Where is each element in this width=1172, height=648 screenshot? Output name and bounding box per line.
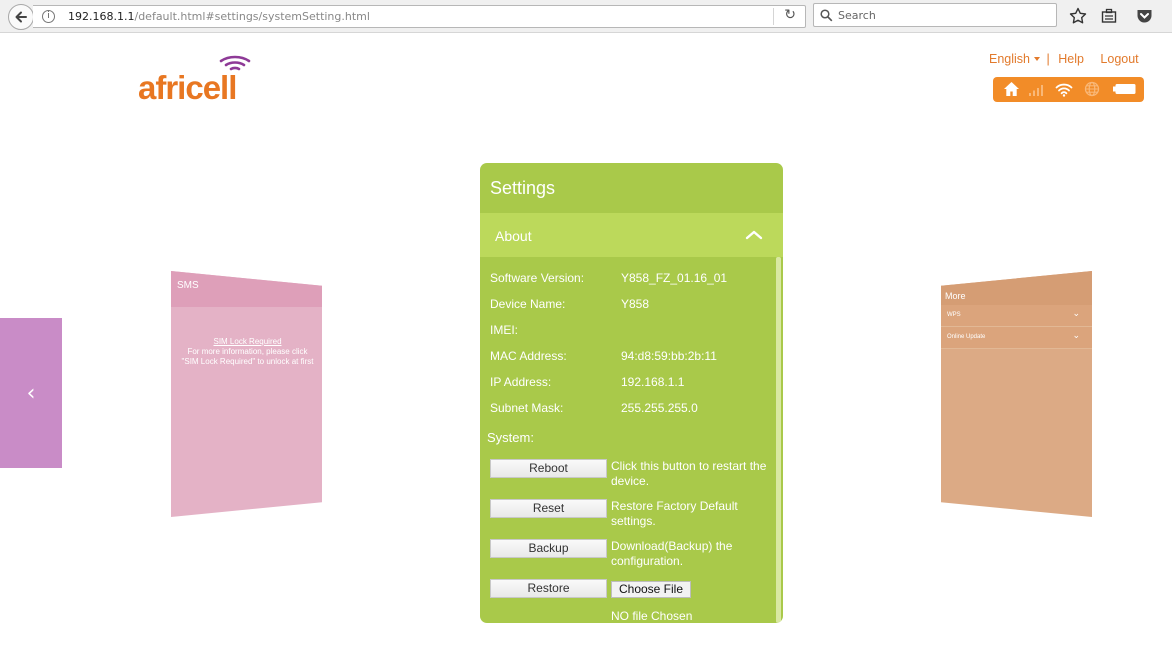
help-link[interactable]: Help: [1058, 52, 1084, 66]
more-card[interactable]: More WPS ⌄ Online Update ⌄: [941, 271, 1092, 517]
sms-card[interactable]: SMS SIM Lock Required For more informati…: [171, 271, 322, 517]
language-select[interactable]: English: [989, 52, 1042, 66]
more-item-wps[interactable]: WPS ⌄: [941, 305, 1092, 327]
chevron-down-icon: ⌄: [1072, 331, 1080, 341]
reboot-button[interactable]: Reboot: [490, 459, 607, 478]
info-label: Device Name:: [490, 297, 566, 311]
status-bar: [993, 77, 1144, 102]
info-label: IP Address:: [490, 375, 552, 389]
scrollbar[interactable]: [776, 257, 781, 623]
globe-icon: [1082, 79, 1102, 99]
info-value: 94:d8:59:bb:2b:11: [621, 349, 717, 363]
reset-description: Restore Factory Default settings.: [611, 499, 738, 528]
caret-down-icon: [1034, 56, 1040, 61]
search-placeholder: Search: [838, 9, 876, 22]
chevron-up-icon[interactable]: [745, 230, 763, 240]
battery-icon: [1112, 79, 1136, 99]
chevron-down-icon: ⌄: [1072, 309, 1080, 319]
reboot-description: Click this button to restart the device.: [611, 459, 767, 488]
info-label: Subnet Mask:: [490, 401, 564, 415]
sim-lock-text: For more information, please click: [187, 347, 308, 356]
more-item-online-update[interactable]: Online Update ⌄: [941, 327, 1092, 349]
search-icon: [820, 9, 833, 22]
backup-description: Download(Backup) the configuration.: [611, 539, 733, 568]
choose-file-button[interactable]: Choose File: [611, 581, 691, 598]
back-button[interactable]: [8, 4, 34, 30]
sms-card-title: SMS: [171, 271, 322, 307]
separator: |: [1046, 52, 1050, 66]
more-item-label: WPS: [947, 312, 961, 318]
about-label: About: [495, 228, 532, 244]
pocket-icon[interactable]: [1134, 6, 1154, 26]
info-label: Software Version:: [490, 271, 585, 285]
more-card-title: More: [941, 271, 1092, 305]
info-icon[interactable]: i: [42, 10, 55, 23]
wifi-icon: [1054, 79, 1074, 99]
about-section-header[interactable]: About: [480, 213, 783, 257]
sim-lock-text: "SIM Lock Required" to unlock at first: [181, 357, 314, 366]
bookmark-star-icon[interactable]: [1068, 6, 1088, 26]
restore-button[interactable]: Restore: [490, 579, 607, 598]
sim-lock-message: SIM Lock Required For more information, …: [179, 337, 316, 367]
sim-lock-link[interactable]: SIM Lock Required: [179, 337, 316, 347]
chevron-left-icon: ‹: [26, 380, 36, 406]
info-label: IMEI:: [490, 323, 519, 337]
info-value: 255.255.255.0: [621, 401, 698, 415]
reset-button[interactable]: Reset: [490, 499, 607, 518]
info-value: Y858_FZ_01.16_01: [621, 271, 728, 285]
address-bar[interactable]: i 192.168.1.1/default.html#settings/syst…: [33, 5, 806, 28]
logout-link[interactable]: Logout: [1100, 52, 1138, 66]
no-file-chosen-text: NO file Chosen: [611, 609, 693, 623]
system-section-label: System:: [487, 430, 534, 445]
africell-logo[interactable]: africell: [138, 52, 272, 106]
info-value: 192.168.1.1: [621, 375, 685, 389]
url-text: 192.168.1.1/default.html#settings/system…: [68, 10, 370, 23]
info-value: Y858: [621, 297, 650, 311]
more-item-label: Online Update: [947, 334, 986, 340]
header-links: English | Help Logout: [989, 52, 1139, 68]
settings-panel: Settings About Software Version: Y858_FZ…: [480, 163, 783, 623]
signal-strength-icon: [1027, 79, 1045, 99]
logo-text: africell: [138, 69, 237, 106]
bookmarks-menu-icon[interactable]: [1099, 6, 1119, 26]
home-icon[interactable]: [1002, 79, 1020, 99]
reload-icon[interactable]: ↻: [784, 7, 796, 23]
settings-title: Settings: [490, 178, 556, 198]
search-input[interactable]: Search: [813, 3, 1057, 27]
divider: [773, 8, 774, 25]
back-arrow-icon: [15, 11, 27, 23]
backup-button[interactable]: Backup: [490, 539, 607, 558]
info-label: MAC Address:: [490, 349, 567, 363]
previous-panel-button[interactable]: ‹: [0, 318, 62, 468]
browser-toolbar: i 192.168.1.1/default.html#settings/syst…: [0, 0, 1172, 33]
